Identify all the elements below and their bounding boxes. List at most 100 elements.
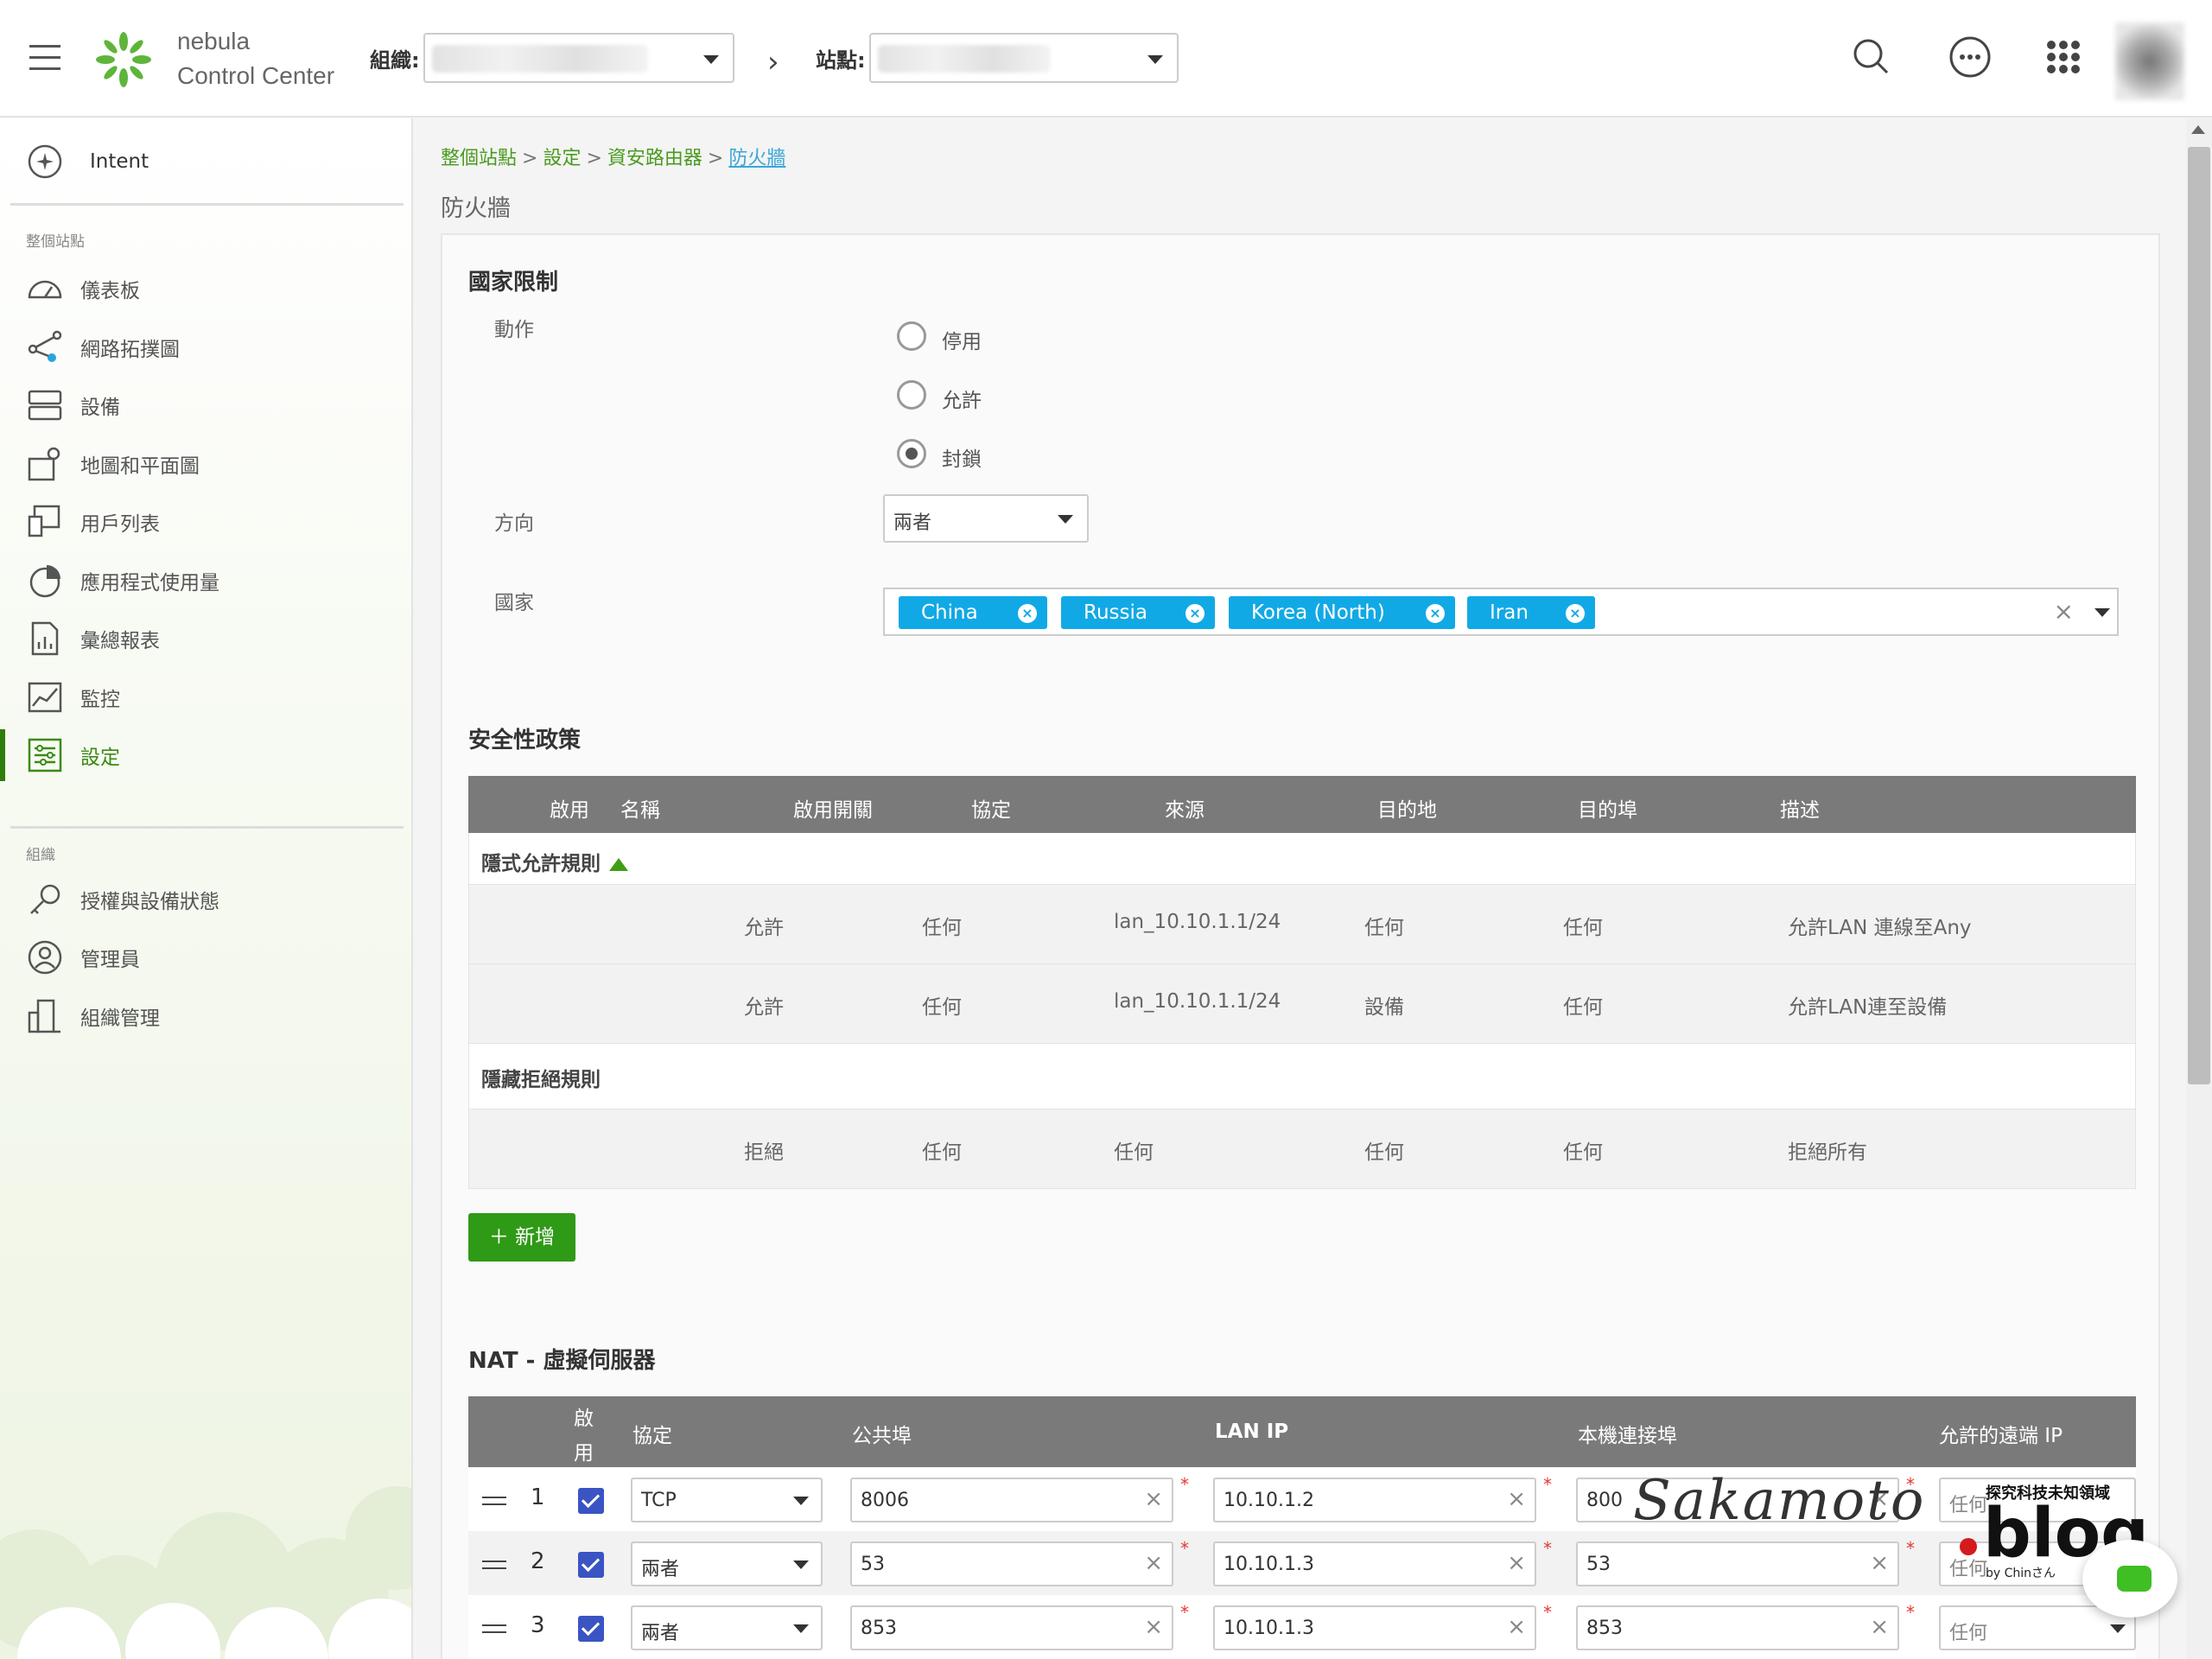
cloud-decoration: [0, 1486, 411, 1659]
enable-checkbox[interactable]: [578, 1488, 604, 1514]
close-icon[interactable]: ×: [1185, 604, 1205, 623]
sidebar-divider: [10, 826, 404, 829]
public-port-input[interactable]: 853 ×: [850, 1605, 1173, 1650]
col-description: 描述: [1780, 799, 1820, 822]
sidebar-item-intent[interactable]: Intent: [0, 136, 411, 188]
protocol-select[interactable]: 兩者: [631, 1541, 823, 1586]
group-row-deny[interactable]: 隱藏拒絕規則: [468, 1044, 2136, 1109]
clear-icon[interactable]: ×: [1870, 1614, 1889, 1640]
add-rule-button[interactable]: ＋ 新增: [468, 1213, 575, 1262]
scroll-up-icon[interactable]: [2191, 125, 2205, 134]
apps-grid-icon[interactable]: [2037, 31, 2089, 83]
clear-icon[interactable]: ×: [2054, 597, 2074, 626]
enable-checkbox[interactable]: [578, 1552, 604, 1578]
radio-block[interactable]: [897, 439, 926, 468]
clear-icon[interactable]: ×: [1507, 1550, 1526, 1576]
lan-ip-value: 10.10.1.2: [1224, 1490, 1314, 1511]
cell-port: 任何: [1563, 996, 1603, 1019]
cell-port: 任何: [1563, 917, 1603, 939]
lan-ip-input[interactable]: 10.10.1.3 ×: [1213, 1605, 1536, 1650]
breadcrumb-settings[interactable]: 設定: [543, 148, 581, 169]
col-lan-ip: LAN IP: [1215, 1421, 1289, 1443]
tag-label: Russia: [1084, 601, 1147, 624]
sidebar-label: Intent: [90, 150, 149, 173]
top-bar: nebula Control Center 組織: › 站點:: [0, 0, 2212, 118]
avatar[interactable]: [2115, 22, 2184, 100]
group-row-allow[interactable]: 隱式允許規則: [468, 833, 2136, 885]
clear-icon[interactable]: ×: [1507, 1486, 1526, 1512]
country-multiselect[interactable]: China × Russia × Korea (North) × Iran × ×: [883, 588, 2119, 636]
scrollbar-thumb[interactable]: [2188, 147, 2210, 1084]
row-number: 3: [531, 1612, 545, 1638]
sidebar-item-admins[interactable]: 管理員: [0, 931, 411, 983]
close-icon[interactable]: ×: [1566, 604, 1585, 623]
radio-disable[interactable]: [897, 321, 926, 351]
sidebar-item-settings[interactable]: 設定: [0, 729, 411, 781]
search-icon[interactable]: [1846, 31, 1897, 83]
breadcrumb: 整個站點 > 設定 > 資安路由器 > 防火牆: [441, 143, 785, 170]
close-icon[interactable]: ×: [1018, 604, 1037, 623]
lan-ip-input[interactable]: 10.10.1.2 ×: [1213, 1478, 1536, 1522]
drag-handle-icon[interactable]: [482, 1560, 506, 1569]
drag-handle-icon[interactable]: [482, 1624, 506, 1633]
direction-select[interactable]: 兩者: [883, 494, 1089, 543]
protocol-value: 兩者: [641, 1559, 680, 1580]
country-tag[interactable]: China ×: [899, 596, 1047, 629]
radio-allow[interactable]: [897, 380, 926, 410]
sidebar-item-dashboard[interactable]: 儀表板: [0, 263, 411, 315]
sidebar-item-topology[interactable]: 網路拓撲圖: [0, 321, 411, 373]
breadcrumb-current[interactable]: 防火牆: [728, 148, 785, 169]
site-select[interactable]: [869, 33, 1179, 83]
clear-icon[interactable]: ×: [1144, 1614, 1163, 1640]
breadcrumb-site[interactable]: 整個站點: [441, 148, 517, 169]
breadcrumb-router[interactable]: 資安路由器: [607, 148, 702, 169]
local-port-input[interactable]: 853 ×: [1576, 1605, 1899, 1650]
group-title-text: 隱式允許規則: [481, 853, 601, 875]
clear-icon[interactable]: ×: [1144, 1550, 1163, 1576]
col-local-port: 本機連接埠: [1578, 1425, 1677, 1447]
protocol-select[interactable]: 兩者: [631, 1605, 823, 1650]
chat-button[interactable]: [2082, 1540, 2177, 1618]
direction-label: 方向: [494, 512, 534, 535]
clear-icon[interactable]: ×: [1144, 1486, 1163, 1512]
sidebar-item-clients[interactable]: 用戶列表: [0, 496, 411, 548]
nat-row: 3 兩者 853 × * 10.10.1.3 × * 853 × * 任何: [468, 1595, 2136, 1659]
cell-destination: 任何: [1364, 917, 1404, 939]
col-destination: 目的地: [1377, 799, 1437, 822]
sidebar-item-app-usage[interactable]: 應用程式使用量: [0, 555, 411, 607]
tag-label: Iran: [1490, 601, 1529, 624]
sidebar-label: 彙總報表: [80, 630, 160, 652]
radio-label: 允許: [942, 390, 982, 412]
settings-icon: [28, 738, 62, 772]
enable-checkbox[interactable]: [578, 1616, 604, 1642]
chevron-down-icon[interactable]: [2094, 608, 2110, 617]
lan-ip-input[interactable]: 10.10.1.3 ×: [1213, 1541, 1536, 1586]
required-mark: *: [1180, 1602, 1189, 1623]
clear-icon[interactable]: ×: [1507, 1614, 1526, 1640]
more-icon[interactable]: [1944, 31, 1996, 83]
public-port-input[interactable]: 53 ×: [850, 1541, 1173, 1586]
required-mark: *: [1180, 1538, 1189, 1559]
public-port-input[interactable]: 8006 ×: [850, 1478, 1173, 1522]
sidebar-item-license[interactable]: 授權與設備狀態: [0, 874, 411, 925]
org-select[interactable]: [423, 33, 734, 83]
watermark-dot: [1960, 1538, 1977, 1555]
logo-line2: Control Center: [177, 62, 335, 89]
protocol-select[interactable]: TCP: [631, 1478, 823, 1522]
collapse-icon: [609, 858, 628, 871]
org-icon: [28, 999, 60, 1033]
country-tag[interactable]: Korea (North) ×: [1229, 596, 1455, 629]
breadcrumb-sep: >: [586, 148, 602, 169]
sidebar-item-map[interactable]: 地圖和平面圖: [0, 438, 411, 490]
menu-icon[interactable]: [29, 45, 60, 70]
drag-handle-icon[interactable]: [482, 1497, 506, 1505]
chat-icon: [2117, 1566, 2152, 1592]
col-enable: 啟用: [550, 799, 589, 822]
sidebar-item-org-management[interactable]: 組織管理: [0, 990, 411, 1042]
country-tag[interactable]: Iran ×: [1467, 596, 1595, 629]
sidebar-item-devices[interactable]: 設備: [0, 379, 411, 431]
close-icon[interactable]: ×: [1426, 604, 1445, 623]
sidebar-item-monitor[interactable]: 監控: [0, 671, 411, 723]
country-tag[interactable]: Russia ×: [1061, 596, 1215, 629]
sidebar-item-reports[interactable]: 彙總報表: [0, 613, 411, 664]
